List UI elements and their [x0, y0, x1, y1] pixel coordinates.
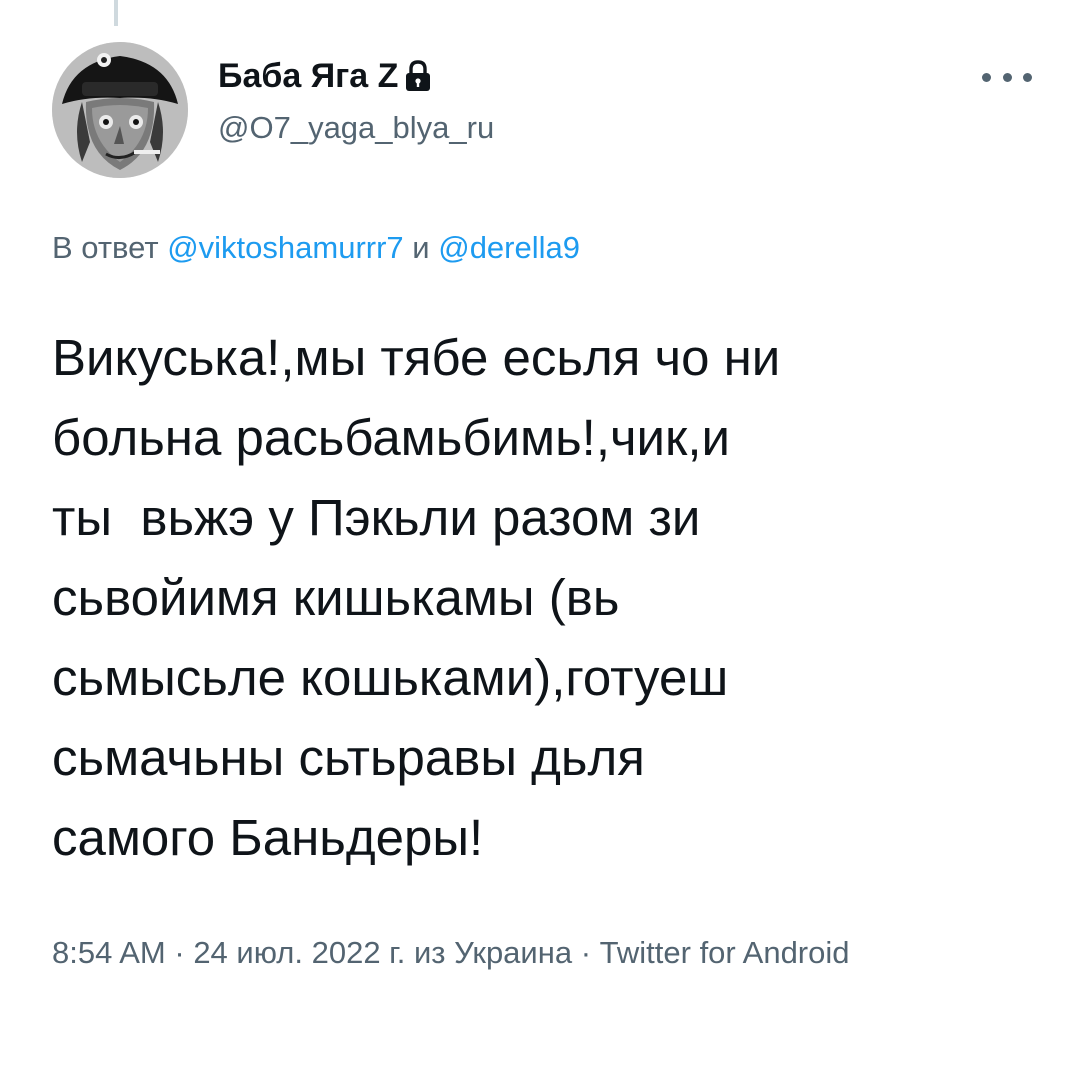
- reply-mention-link[interactable]: @viktoshamurrr7: [167, 230, 403, 265]
- lock-icon: [404, 59, 432, 93]
- reply-conjunction: и: [403, 230, 439, 265]
- avatar-image: [52, 42, 188, 178]
- meta-separator: ·: [165, 935, 194, 970]
- tweet-date[interactable]: 24 июл. 2022 г.: [193, 935, 405, 970]
- tweet-text: Викуська!,мы тябе есьля чо ни больна рас…: [52, 318, 1042, 878]
- more-horizontal-icon-dot: [1023, 72, 1032, 82]
- author-name-row[interactable]: Баба Яга Z: [218, 56, 432, 96]
- tweet-source-link[interactable]: Twitter for Android: [600, 935, 850, 970]
- avatar[interactable]: [52, 42, 188, 178]
- tweet-text-line: сьвойимя кишькамы (вь: [52, 569, 620, 626]
- thread-connector-line: [114, 0, 118, 26]
- more-horizontal-icon: [982, 72, 991, 82]
- replying-to: В ответ @viktoshamurrr7 и @derella9: [52, 230, 580, 266]
- meta-separator: ·: [572, 935, 600, 970]
- more-horizontal-icon-dot: [1002, 72, 1012, 82]
- tweet-text-line: сьмачьны сьтьравы дьля: [52, 729, 645, 786]
- tweet-metadata: 8:54 AM · 24 июл. 2022 г. из Украина · T…: [52, 924, 1032, 982]
- tweet-text-line: ты вьжэ у Пэкьли разом зи: [52, 489, 701, 546]
- reply-mention-link[interactable]: @derella9: [438, 230, 580, 265]
- tweet-text-line: Викуська!,мы тябе есьля чо ни: [52, 329, 781, 386]
- tweet-text-line: сьмысьле кошьками),готуеш: [52, 649, 729, 706]
- author-handle[interactable]: @O7_yaga_blya_ru: [218, 110, 494, 146]
- reply-prefix: В ответ: [52, 230, 168, 265]
- tweet-text-line: больна расьбамьбимь!,чик,и: [52, 409, 731, 466]
- tweet-time[interactable]: 8:54 AM: [52, 935, 166, 970]
- more-options-button[interactable]: [982, 62, 1032, 92]
- tweet-text-line: самого Баньдеры!: [52, 809, 484, 866]
- tweet-location: из Украина: [405, 935, 573, 970]
- display-name[interactable]: Баба Яга Z: [218, 57, 398, 96]
